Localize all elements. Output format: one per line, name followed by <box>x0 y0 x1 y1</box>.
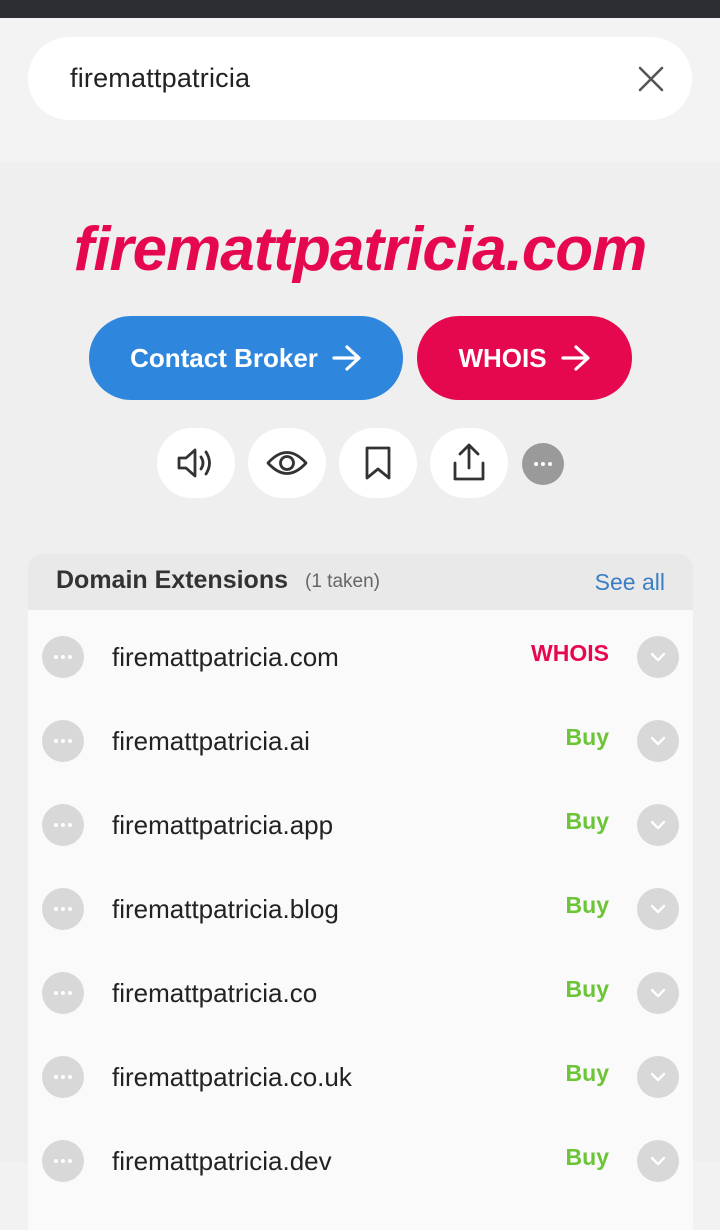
chevron-down-icon <box>650 988 666 998</box>
buy-link[interactable]: Buy <box>566 1060 609 1087</box>
expand-button[interactable] <box>637 636 679 678</box>
contact-broker-label: Contact Broker <box>130 342 318 373</box>
extension-row[interactable]: firemattpatricia.ai Buy <box>28 694 693 778</box>
more-icon <box>534 462 552 466</box>
share-icon <box>453 443 485 481</box>
expand-button[interactable] <box>637 1140 679 1182</box>
contact-broker-button[interactable]: Contact Broker <box>89 316 403 400</box>
expand-button[interactable] <box>637 720 679 762</box>
search-box[interactable]: firemattpatricia <box>28 37 692 120</box>
bookmark-icon <box>365 446 391 480</box>
eye-icon <box>266 451 308 475</box>
share-button[interactable] <box>430 428 508 498</box>
speaker-icon <box>177 448 211 478</box>
row-more-button[interactable] <box>42 972 84 1014</box>
main-content: firemattpatricia.com Contact Broker WHOI… <box>0 162 720 1230</box>
more-icon <box>54 655 72 659</box>
more-icon <box>54 1159 72 1163</box>
expand-button[interactable] <box>637 804 679 846</box>
buy-link[interactable]: Buy <box>566 892 609 919</box>
extension-row[interactable]: firemattpatricia.co Buy <box>28 946 693 1030</box>
row-more-button[interactable] <box>42 1140 84 1182</box>
buy-link[interactable]: Buy <box>566 724 609 751</box>
extension-name: firemattpatricia.co.uk <box>112 1062 352 1092</box>
more-icon <box>54 823 72 827</box>
extensions-title: Domain Extensions <box>56 566 288 594</box>
taken-count: (1 taken) <box>305 571 380 592</box>
row-more-button[interactable] <box>42 636 84 678</box>
whois-label: WHOIS <box>458 342 547 373</box>
extension-name: firemattpatricia.ai <box>112 726 310 756</box>
extension-name: firemattpatricia.blog <box>112 894 339 924</box>
more-icon <box>54 907 72 911</box>
extension-row[interactable]: firemattpatricia.com WHOIS <box>28 610 693 694</box>
expand-button[interactable] <box>637 1056 679 1098</box>
whois-button[interactable]: WHOIS <box>417 316 632 400</box>
search-area: firemattpatricia <box>0 18 720 162</box>
status-bar <box>0 0 720 18</box>
extension-name: firemattpatricia.com <box>112 642 339 672</box>
extension-row[interactable]: firemattpatricia.dev Buy <box>28 1114 693 1198</box>
more-button[interactable] <box>522 443 564 485</box>
more-icon <box>54 991 72 995</box>
extension-name: firemattpatricia.co <box>112 978 318 1008</box>
view-button[interactable] <box>248 428 326 498</box>
chevron-down-icon <box>650 652 666 662</box>
chevron-down-icon <box>650 904 666 914</box>
domain-title: firemattpatricia.com <box>73 215 648 284</box>
arrow-right-icon <box>560 345 590 371</box>
row-more-button[interactable] <box>42 804 84 846</box>
expand-button[interactable] <box>637 888 679 930</box>
search-input[interactable]: firemattpatricia <box>70 37 250 120</box>
chevron-down-icon <box>650 1156 666 1166</box>
buy-link[interactable]: Buy <box>566 1144 609 1171</box>
row-more-button[interactable] <box>42 888 84 930</box>
close-icon[interactable] <box>636 64 666 94</box>
extension-row[interactable]: firemattpatricia.blog Buy <box>28 862 693 946</box>
expand-button[interactable] <box>637 972 679 1014</box>
extension-row[interactable]: firemattpatricia.app Buy <box>28 778 693 862</box>
whois-link[interactable]: WHOIS <box>531 640 609 667</box>
see-all-link[interactable]: See all <box>595 569 665 596</box>
bookmark-button[interactable] <box>339 428 417 498</box>
chevron-down-icon <box>650 1072 666 1082</box>
more-icon <box>54 1075 72 1079</box>
speaker-button[interactable] <box>157 428 235 498</box>
extensions-header: Domain Extensions (1 taken) See all <box>28 554 693 610</box>
chevron-down-icon <box>650 820 666 830</box>
chevron-down-icon <box>650 736 666 746</box>
extension-name: firemattpatricia.app <box>112 810 334 840</box>
buy-link[interactable]: Buy <box>566 808 609 835</box>
arrow-right-icon <box>332 345 361 371</box>
domain-extensions-card: Domain Extensions (1 taken) See all fire… <box>28 554 693 1230</box>
more-icon <box>54 739 72 743</box>
row-more-button[interactable] <box>42 720 84 762</box>
buy-link[interactable]: Buy <box>566 976 609 1003</box>
extension-row[interactable]: firemattpatricia.co.uk Buy <box>28 1030 693 1114</box>
extensions-list: firemattpatricia.com WHOIS firemattpatri… <box>28 610 693 1230</box>
row-more-button[interactable] <box>42 1056 84 1098</box>
